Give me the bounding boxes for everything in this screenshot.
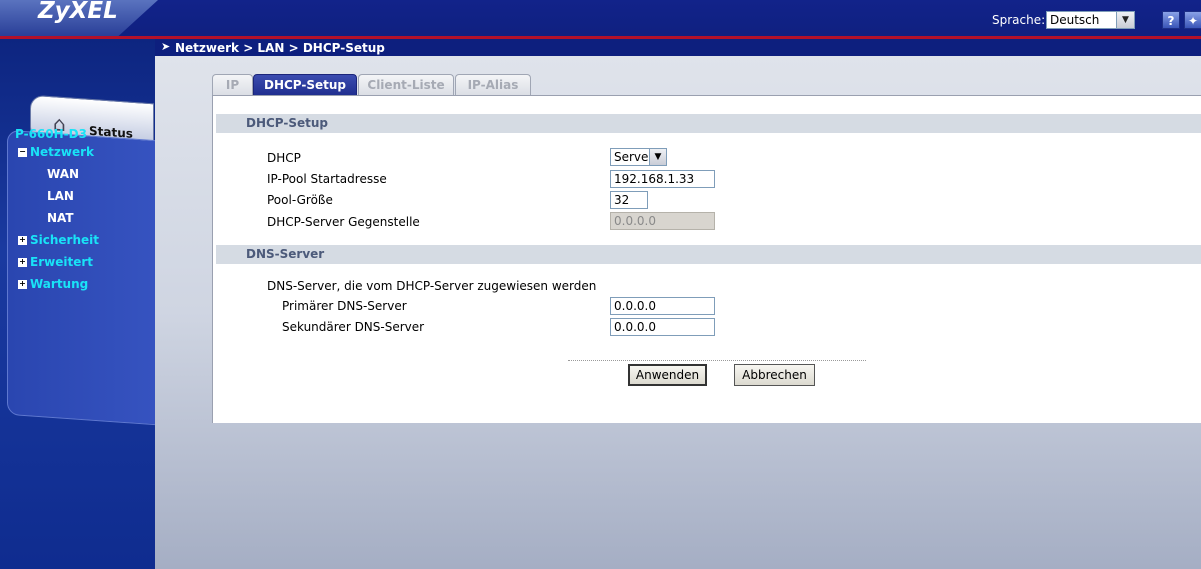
sidebar-item-label: Wartung <box>30 277 89 291</box>
language-select-value: Deutsch <box>1050 13 1100 27</box>
dhcp-remote-label: DHCP-Server Gegenstelle <box>267 215 420 229</box>
cancel-button[interactable]: Abbrechen <box>734 364 815 386</box>
secondary-dns-label: Sekundärer DNS-Server <box>282 320 425 334</box>
sidebar-item-label: Erweitert <box>30 255 93 269</box>
tab-ip[interactable]: IP <box>212 74 253 96</box>
language-label: Sprache: <box>992 13 1046 27</box>
expand-icon: + <box>18 257 27 267</box>
sidebar-item-lan[interactable]: LAN <box>47 189 74 203</box>
dns-description: DNS-Server, die vom DHCP-Server zugewies… <box>267 279 597 293</box>
chevron-down-icon: ▼ <box>649 149 666 165</box>
sidebar-item-netzwerk[interactable]: − Netzwerk <box>18 145 94 159</box>
dhcp-section-header: DHCP-Setup <box>216 114 1201 133</box>
dhcp-section-title: DHCP-Setup <box>246 116 329 130</box>
dhcp-remote-input: 0.0.0.0 <box>610 212 715 230</box>
sidebar: ⌂ Status <box>0 39 157 569</box>
primary-dns-input[interactable]: 0.0.0.0 <box>610 297 715 315</box>
dhcp-label: DHCP <box>267 151 301 165</box>
sidebar-item-wan[interactable]: WAN <box>47 167 79 181</box>
pool-size-label: Pool-Größe <box>267 193 333 207</box>
collapse-icon: − <box>18 147 27 157</box>
sidebar-item-erweitert[interactable]: + Erweitert <box>18 255 93 269</box>
expand-icon: + <box>18 235 27 245</box>
dhcp-mode-select[interactable]: Server ▼ <box>610 148 667 166</box>
device-name: P-660H-D3 <box>15 127 87 141</box>
divider <box>568 360 866 361</box>
pool-start-input[interactable]: 192.168.1.33 <box>610 170 715 188</box>
sidebar-item-label: Sicherheit <box>30 233 99 247</box>
top-header-bar: ZyXEL Sprache: Deutsch ▼ ? ✦ <box>0 0 1201 36</box>
breadcrumb-arrow-icon: ➤ <box>161 40 171 53</box>
pool-start-label: IP-Pool Startadresse <box>267 172 387 186</box>
sidebar-item-wartung[interactable]: + Wartung <box>18 277 88 291</box>
expand-icon: + <box>18 279 27 289</box>
breadcrumb: Netzwerk > LAN > DHCP-Setup <box>175 41 385 55</box>
apply-button[interactable]: Anwenden <box>628 364 707 386</box>
sidebar-item-sicherheit[interactable]: + Sicherheit <box>18 233 99 247</box>
help-icon[interactable]: ? <box>1162 11 1180 29</box>
language-select[interactable]: Deutsch ▼ <box>1046 11 1135 29</box>
tab-client-liste[interactable]: Client-Liste <box>358 74 454 96</box>
sidebar-item-nat[interactable]: NAT <box>47 211 74 225</box>
wizard-icon[interactable]: ✦ <box>1184 11 1201 29</box>
secondary-dns-input[interactable]: 0.0.0.0 <box>610 318 715 336</box>
breadcrumb-bar: ➤ Netzwerk > LAN > DHCP-Setup <box>155 39 1201 56</box>
dns-section-title: DNS-Server <box>246 247 325 261</box>
pool-size-input[interactable]: 32 <box>610 191 648 209</box>
tab-ip-alias[interactable]: IP-Alias <box>455 74 531 96</box>
chevron-down-icon: ▼ <box>1116 12 1134 28</box>
tab-dhcp-setup[interactable]: DHCP-Setup <box>253 74 357 97</box>
dns-section-header: DNS-Server <box>216 245 1201 264</box>
zyxel-logo: ZyXEL <box>38 0 118 24</box>
dhcp-mode-value: Server <box>614 150 654 164</box>
primary-dns-label: Primärer DNS-Server <box>282 299 407 313</box>
sidebar-item-label: Netzwerk <box>30 145 95 159</box>
